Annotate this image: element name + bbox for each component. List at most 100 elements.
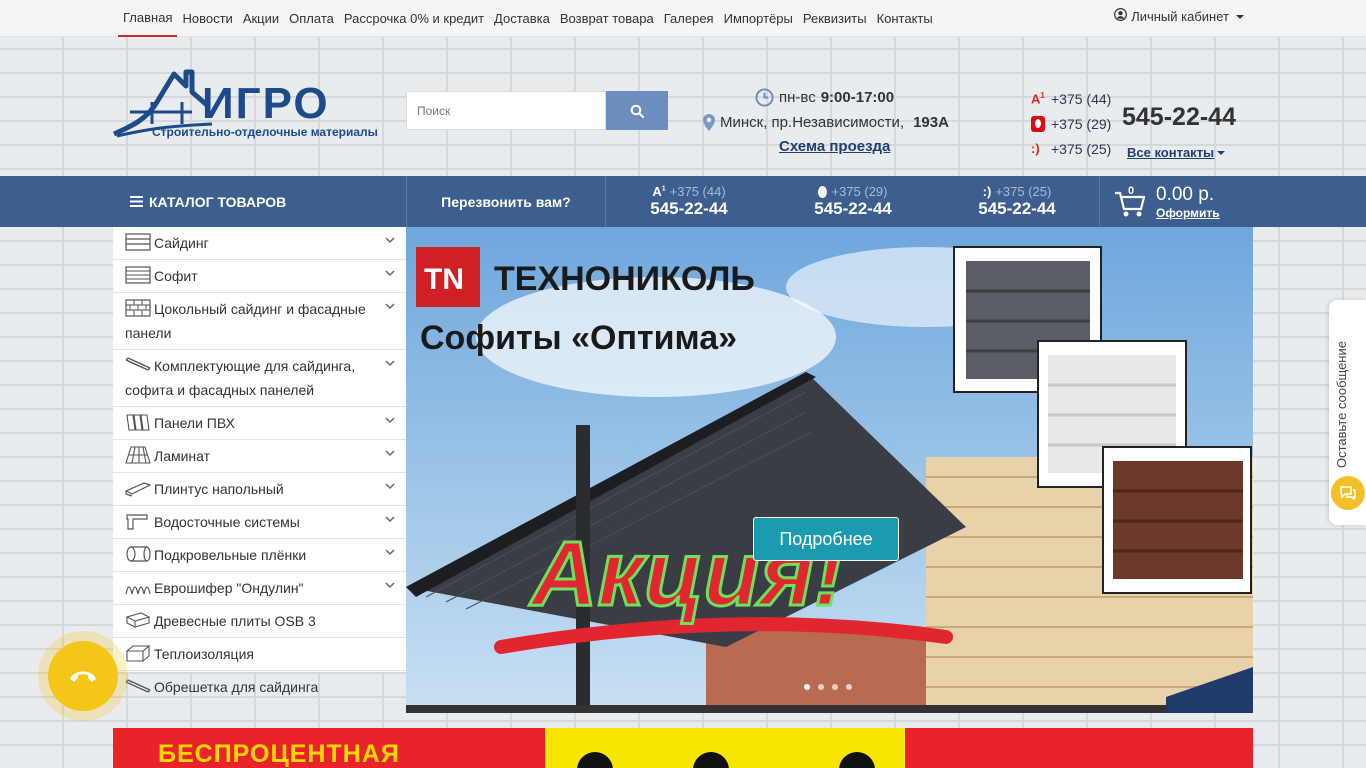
all-contacts-link[interactable]: Все контакты bbox=[1127, 145, 1226, 160]
top-nav-gallery[interactable]: Галерея bbox=[659, 0, 719, 37]
category-item-basement-siding[interactable]: Цокольный сайдинг и фасадные панели bbox=[113, 293, 407, 350]
slider-dots bbox=[804, 684, 852, 690]
chevron-down-icon bbox=[385, 582, 395, 589]
top-nav-home[interactable]: Главная bbox=[118, 0, 178, 37]
top-nav: Главная Новости Акции Оплата Рассрочка 0… bbox=[118, 0, 938, 37]
callback-button[interactable]: Перезвонить вам? bbox=[407, 176, 606, 227]
svg-text:TN: TN bbox=[424, 263, 464, 296]
category-item-baseboard[interactable]: Плинтус напольный bbox=[113, 473, 407, 506]
membrane-roll-icon bbox=[126, 546, 151, 562]
slider-dot[interactable] bbox=[804, 684, 810, 690]
life-logo-icon: :) bbox=[1031, 141, 1040, 156]
hours-label: пн-вс bbox=[779, 89, 816, 106]
category-item-ondulin[interactable]: Еврошифер "Ондулин" bbox=[113, 572, 407, 605]
chevron-down-icon bbox=[1236, 14, 1244, 19]
chevron-down-icon bbox=[385, 516, 395, 523]
top-nav-promotions[interactable]: Акции bbox=[238, 0, 284, 37]
a1-logo-icon: A1 bbox=[1031, 90, 1045, 107]
feedback-tab[interactable]: Оставьте сообщение bbox=[1329, 300, 1366, 525]
top-nav-importers[interactable]: Импортёры bbox=[719, 0, 798, 37]
menu-icon bbox=[130, 196, 143, 207]
banner-headline: Софиты «Оптима» bbox=[420, 319, 737, 357]
top-nav-contacts[interactable]: Контакты bbox=[872, 0, 938, 37]
top-nav-installment[interactable]: Рассрочка 0% и кредит bbox=[339, 0, 489, 37]
phone-a1[interactable]: A1 +375 (44) bbox=[1031, 86, 1111, 111]
address: Минск, пр.Независимости, 193А bbox=[703, 114, 949, 131]
search-button[interactable] bbox=[606, 91, 668, 130]
cart-total: 0.00 р. bbox=[1156, 183, 1215, 205]
chevron-down-icon bbox=[385, 270, 395, 277]
chevron-down-icon bbox=[385, 303, 395, 310]
category-item-siding[interactable]: Сайдинг bbox=[113, 227, 407, 260]
chevron-down-icon bbox=[385, 483, 395, 490]
laminate-icon bbox=[125, 446, 151, 464]
cart-widget[interactable]: 0 0.00 р. Оформить bbox=[1099, 176, 1253, 227]
category-item-soffit[interactable]: Софит bbox=[113, 260, 407, 293]
category-item-pvc-panels[interactable]: Панели ПВХ bbox=[113, 407, 407, 440]
category-item-accessories[interactable]: Комплектующие для сайдинга, софита и фас… bbox=[113, 350, 407, 407]
navbar-phone-mts[interactable]: +375 (29) 545-22-44 bbox=[771, 176, 935, 227]
chevron-down-icon bbox=[385, 417, 395, 424]
banner-image: TN ТЕХНОНИКОЛЬ Софиты «Оптима» Акция! bbox=[406, 227, 1253, 713]
ondulin-icon bbox=[125, 586, 151, 595]
catalog-button[interactable]: КАТАЛОГ ТОВАРОВ bbox=[113, 176, 407, 227]
account-label: Личный кабинет bbox=[1131, 9, 1229, 24]
logo-subtitle: Строительно-отделочные материалы bbox=[152, 125, 378, 139]
location-pin-icon bbox=[703, 114, 715, 131]
user-icon bbox=[1114, 0, 1128, 33]
category-item-gutters[interactable]: Водосточные системы bbox=[113, 506, 407, 539]
main-phone-number[interactable]: 545-22-44 bbox=[1122, 103, 1236, 132]
details-button[interactable]: Подробнее bbox=[753, 517, 899, 561]
call-button[interactable] bbox=[48, 641, 118, 711]
category-item-laminate[interactable]: Ламинат bbox=[113, 440, 407, 473]
clock-icon bbox=[755, 88, 774, 107]
life-logo-icon: :) bbox=[982, 184, 992, 199]
profile-icon bbox=[125, 357, 151, 371]
mts-logo-icon bbox=[1031, 115, 1045, 132]
navbar-phone-life[interactable]: :) +375 (25) 545-22-44 bbox=[935, 176, 1099, 227]
feedback-label: Оставьте сообщение bbox=[1334, 341, 1349, 468]
category-item-lath[interactable]: Обрешетка для сайдинга bbox=[113, 671, 407, 704]
baseboard-icon bbox=[125, 482, 151, 497]
checkout-link[interactable]: Оформить bbox=[1156, 206, 1220, 220]
chevron-down-icon bbox=[385, 450, 395, 457]
cart-icon: 0 bbox=[1114, 185, 1146, 219]
phone-icon bbox=[70, 671, 96, 682]
top-nav-payment[interactable]: Оплата bbox=[284, 0, 339, 37]
promo-decoration bbox=[545, 728, 905, 768]
chat-icon bbox=[1331, 476, 1365, 510]
soffit-icon bbox=[125, 266, 151, 284]
slider-dot[interactable] bbox=[846, 684, 852, 690]
map-link[interactable]: Схема проезда bbox=[779, 138, 890, 155]
phone-life[interactable]: :) +375 (25) bbox=[1031, 136, 1111, 161]
brick-icon bbox=[125, 299, 151, 317]
promo-strip[interactable]: БЕСПРОЦЕНТНАЯ bbox=[113, 728, 1253, 768]
lath-icon bbox=[125, 679, 151, 693]
hero-banner[interactable]: TN ТЕХНОНИКОЛЬ Софиты «Оптима» Акция! По… bbox=[406, 227, 1253, 713]
top-nav-delivery[interactable]: Доставка bbox=[489, 0, 555, 37]
banner-brand: ТЕХНОНИКОЛЬ bbox=[494, 260, 755, 298]
work-hours: пн-вс 9:00-17:00 bbox=[755, 88, 894, 107]
top-nav-returns[interactable]: Возврат товара bbox=[555, 0, 659, 37]
chevron-down-icon bbox=[385, 360, 395, 367]
insulation-icon bbox=[125, 645, 151, 662]
category-item-membranes[interactable]: Подкровельные плёнки bbox=[113, 539, 407, 572]
top-nav-news[interactable]: Новости bbox=[177, 0, 237, 37]
logo-text: ИГРО bbox=[202, 79, 330, 128]
category-item-insulation[interactable]: Теплоизоляция bbox=[113, 638, 407, 671]
slider-dot[interactable] bbox=[818, 684, 824, 690]
address-text: Минск, пр.Независимости, bbox=[720, 114, 905, 131]
address-number: 193А bbox=[913, 114, 949, 131]
top-nav-requisites[interactable]: Реквизиты bbox=[798, 0, 872, 37]
navbar-phone-a1[interactable]: A1 +375 (44) 545-22-44 bbox=[607, 176, 771, 227]
top-bar: Главная Новости Акции Оплата Рассрочка 0… bbox=[0, 0, 1366, 37]
siding-icon bbox=[125, 233, 151, 251]
mts-logo-icon bbox=[818, 185, 828, 198]
phone-mts[interactable]: +375 (29) bbox=[1031, 111, 1111, 136]
category-menu: Сайдинг Софит Цокольный сайдинг и фасадн… bbox=[113, 227, 407, 704]
category-item-osb[interactable]: Древесные плиты OSB 3 bbox=[113, 605, 407, 638]
account-menu[interactable]: Личный кабинет bbox=[1114, 0, 1244, 33]
chevron-down-icon bbox=[385, 237, 395, 244]
slider-dot[interactable] bbox=[832, 684, 838, 690]
search-input[interactable] bbox=[406, 91, 606, 130]
